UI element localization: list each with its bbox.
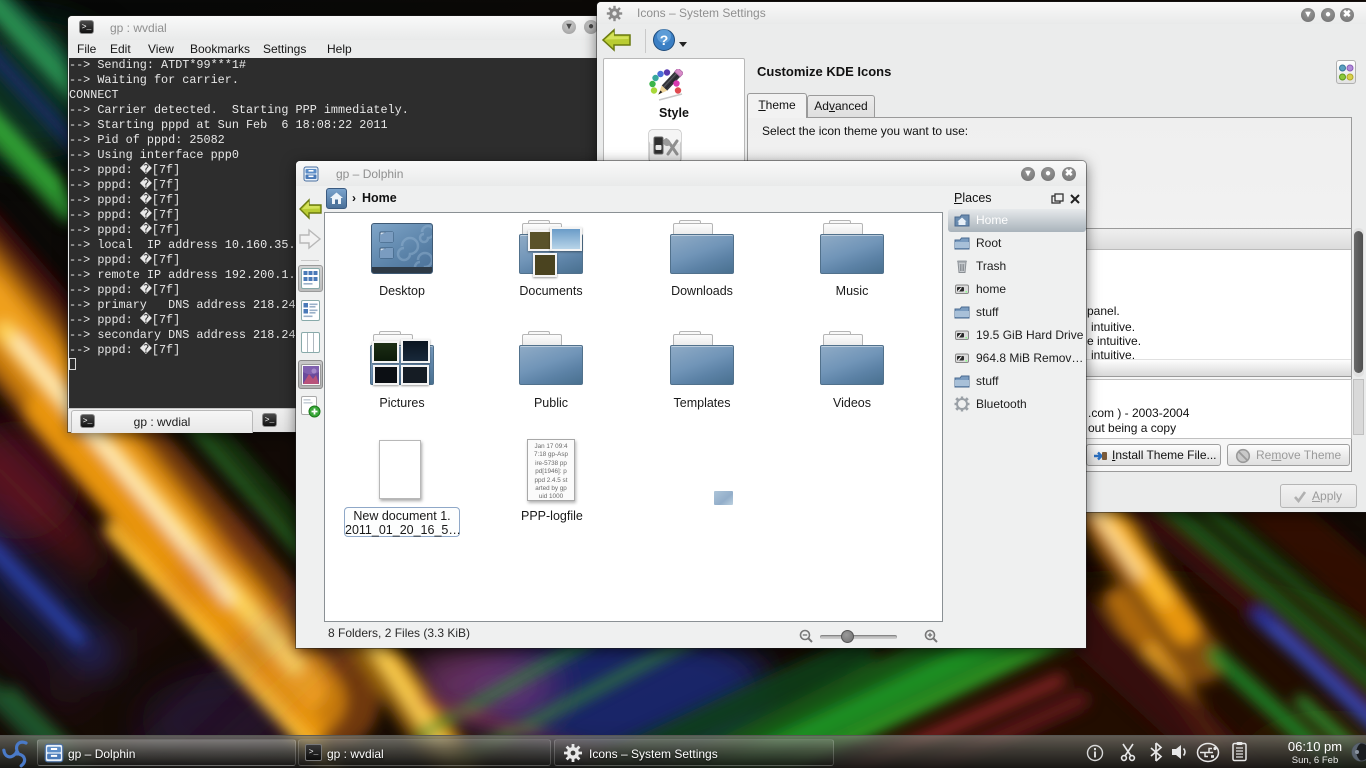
svg-text:?: ?	[660, 32, 669, 48]
